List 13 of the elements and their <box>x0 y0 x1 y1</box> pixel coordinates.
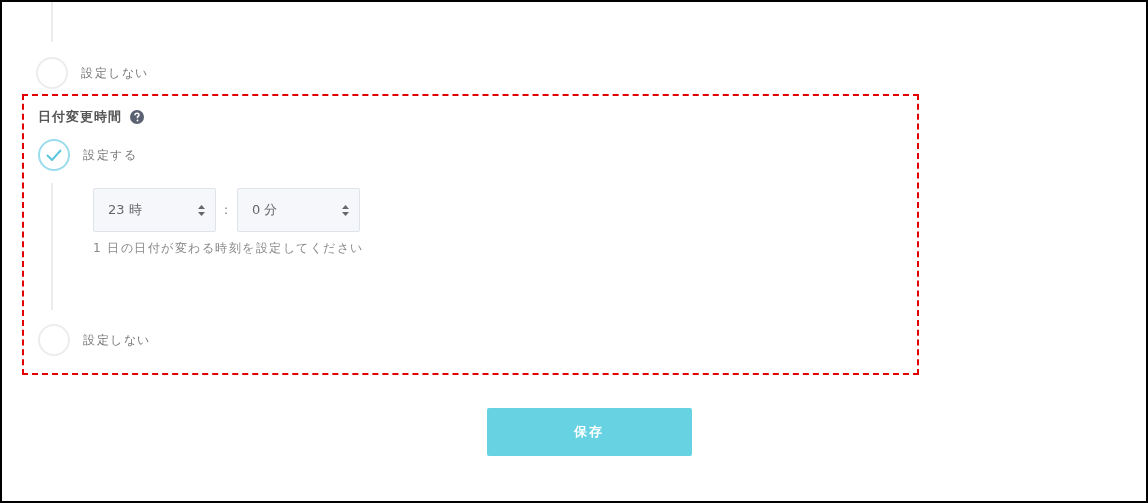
help-icon[interactable] <box>130 110 144 124</box>
option-label: 設定する <box>83 147 137 164</box>
time-separator: : <box>224 202 229 219</box>
select-field[interactable]: 0 分 <box>237 188 360 232</box>
section-title: 日付変更時間 <box>38 108 122 127</box>
option-label: 設定しない <box>83 332 151 349</box>
check-icon <box>46 149 62 161</box>
option-label: 設定しない <box>81 65 149 82</box>
sort-icon <box>198 204 205 216</box>
radio-button[interactable] <box>38 139 70 171</box>
hint-text: 1 日の日付が変わる時刻を設定してください <box>93 240 364 257</box>
select-field[interactable]: 23 時 <box>93 188 216 232</box>
sort-icon <box>342 204 349 216</box>
